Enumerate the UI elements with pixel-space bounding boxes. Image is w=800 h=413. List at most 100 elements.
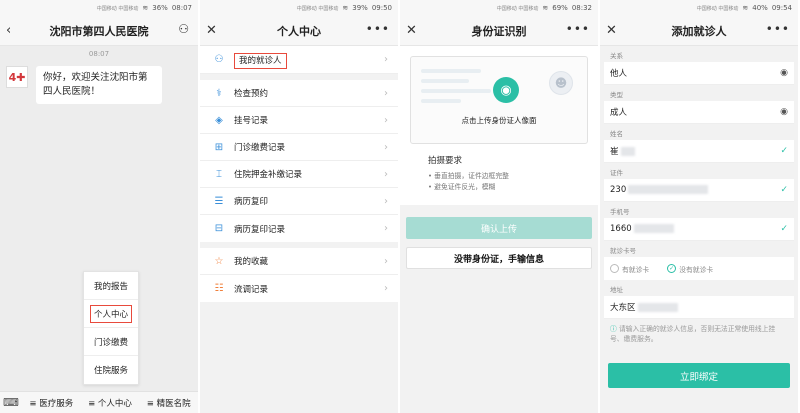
manual-input-button[interactable]: 没带身份证，手输信息 <box>406 247 592 269</box>
message-bubble: 你好，欢迎关注沈阳市第四人民医院！ <box>36 66 162 104</box>
more-icon[interactable]: ••• <box>766 22 790 36</box>
page-title: 沈阳市第四人民医院 <box>49 24 149 38</box>
name-field[interactable]: 崔 ✓ <box>604 140 794 163</box>
id-field[interactable]: 230 ✓ <box>604 179 794 202</box>
id-recognition-screen: 中国移动 中国移动 ≋ 69% 08:32 ✕ 身份证识别 ••• ◉ ☻ 点击… <box>400 0 598 413</box>
nav-bar: ✕ 添加就诊人 ••• <box>600 16 798 46</box>
popup-menu: 我的报告 个人中心 门诊缴费 住院服务 <box>83 271 139 385</box>
bind-now-button[interactable]: 立即绑定 <box>608 363 790 388</box>
dropdown-icon: ◉ <box>780 68 788 78</box>
list-icon: ☷ <box>214 283 224 294</box>
chevron-right-icon: › <box>384 87 388 99</box>
radio-has-card[interactable]: 有就诊卡 <box>610 264 649 274</box>
list-item-label: 门诊缴费记录 <box>234 143 286 153</box>
clock: 09:50 <box>371 4 392 12</box>
chevron-right-icon: › <box>384 195 388 207</box>
list-item-payment-record[interactable]: ⊞ 门诊缴费记录 › <box>200 134 398 161</box>
chevron-right-icon: › <box>384 54 388 65</box>
chevron-right-icon: › <box>384 141 388 153</box>
tab-medical-service[interactable]: ≡ 医疗服务 <box>22 397 81 409</box>
page-title: 身份证识别 <box>471 24 527 38</box>
list-item-register-record[interactable]: ◈ 挂号记录 › <box>200 107 398 134</box>
phone-field[interactable]: 1660 ✓ <box>604 218 794 241</box>
list-item-label: 病历复印 <box>234 197 269 207</box>
clock: 08:32 <box>571 4 592 12</box>
check-circle-icon: ✓ <box>780 224 788 234</box>
add-patient-screen: 中国移动 中国移动 ≋ 40% 09:54 ✕ 添加就诊人 ••• 关系 他人 ◉… <box>600 0 798 413</box>
menu-item-label: 门诊缴费 <box>93 337 128 348</box>
status-bar: 中国移动 中国移动 ≋ 40% 09:54 <box>600 0 798 16</box>
radio-label: 没有就诊卡 <box>679 265 714 274</box>
nav-bar: ‹ 沈阳市第四人民医院 ⚇ <box>0 16 198 46</box>
list-item-label: 流调记录 <box>234 284 269 295</box>
notice-body: 请输入正确的就诊人信息，否则无法正常使用线上挂号、缴费服务。 <box>610 325 776 343</box>
close-icon[interactable]: ✕ <box>406 23 417 38</box>
menu-item-report[interactable]: 我的报告 <box>84 272 138 300</box>
chevron-right-icon: › <box>384 255 388 267</box>
list-item-record-copy-history[interactable]: ⊟ 病历复印记录 › <box>200 215 398 242</box>
status-bar: 中国移动 中国移动 ≋ 39% 09:50 <box>200 0 398 16</box>
list-item-label: 我的收藏 <box>234 257 269 267</box>
card-radio-group: 有就诊卡 ✓ 没有就诊卡 <box>604 257 794 280</box>
battery-text: 69% <box>552 4 568 12</box>
list-group-1: ⚇ 我的就诊人 › <box>200 46 398 74</box>
signal-text: 中国移动 中国移动 <box>296 5 339 12</box>
redacted-blur <box>620 147 635 156</box>
confirm-upload-button[interactable]: 确认上传 <box>406 217 592 239</box>
more-icon[interactable]: ••• <box>366 22 390 36</box>
radio-no-card[interactable]: ✓ 没有就诊卡 <box>667 264 713 274</box>
list-item-exam-booking[interactable]: ⚕ 检查预约 › <box>200 80 398 107</box>
back-icon[interactable]: ‹ <box>6 23 11 38</box>
menu-item-personal-center[interactable]: 个人中心 <box>84 300 138 328</box>
relation-select[interactable]: 他人 ◉ <box>604 62 794 85</box>
list-item-epidemiology-record[interactable]: ☷ 流调记录 › <box>200 275 398 302</box>
notice-text: ⓘ 请输入正确的就诊人信息，否则无法正常使用线上挂号、缴费服务。 <box>600 319 798 349</box>
radio-dot <box>610 264 619 273</box>
copy-record-icon: ⊟ <box>214 223 224 234</box>
menu-item-outpatient-payment[interactable]: 门诊缴费 <box>84 328 138 356</box>
id-upload-area[interactable]: ◉ ☻ 点击上传身份证人像面 <box>410 56 588 144</box>
clock: 08:07 <box>171 4 192 12</box>
status-bar: 中国移动 中国移动 ≋ 69% 08:32 <box>400 0 598 16</box>
address-field[interactable]: 大东区 <box>604 296 794 319</box>
tab-famous-hospital[interactable]: ≡ 精医名院 <box>139 397 198 409</box>
chevron-right-icon: › <box>384 283 388 294</box>
redacted-blur <box>637 303 678 312</box>
list-item-my-patients[interactable]: ⚇ 我的就诊人 › <box>200 46 398 74</box>
upload-card: ◉ ☻ 点击上传身份证人像面 拍摄要求 • 垂直拍摄，证件边框完整 • 避免证件… <box>400 46 598 205</box>
list-item-record-copy[interactable]: ☰ 病历复印 › <box>200 188 398 215</box>
redacted-blur <box>633 224 674 233</box>
name-value: 崔 <box>610 147 619 157</box>
list-item-favorites[interactable]: ☆ 我的收藏 › <box>200 248 398 275</box>
upload-caption: 点击上传身份证人像面 <box>461 116 537 125</box>
type-label: 类型 <box>610 91 623 99</box>
phone-label: 手机号 <box>610 208 630 216</box>
menu-item-inpatient-service[interactable]: 住院服务 <box>84 356 138 384</box>
menu-item-label: 我的报告 <box>93 281 128 292</box>
page-title: 添加就诊人 <box>671 24 727 38</box>
card-label: 就诊卡号 <box>610 247 636 255</box>
address-value: 大东区 <box>610 303 636 313</box>
chevron-right-icon: › <box>384 168 388 180</box>
camera-icon[interactable]: ◉ <box>493 77 519 103</box>
personal-center-screen: 中国移动 中国移动 ≋ 39% 09:50 ✕ 个人中心 ••• ⚇ 我的就诊人… <box>200 0 398 413</box>
signal-text: 中国移动 中国移动 <box>96 5 139 12</box>
list-group-3: ☆ 我的收藏 › ☷ 流调记录 › <box>200 248 398 302</box>
phone-value: 1660 <box>610 224 632 234</box>
more-icon[interactable]: ••• <box>566 22 590 36</box>
address-label: 地址 <box>610 286 623 294</box>
hospital-logo-icon: 4✚ <box>6 66 28 88</box>
list-item-deposit-record[interactable]: ⌶ 住院押金补缴记录 › <box>200 161 398 188</box>
info-icon: ⓘ <box>610 325 617 333</box>
dropdown-icon: ◉ <box>780 107 788 117</box>
type-select[interactable]: 成人 ◉ <box>604 101 794 124</box>
medical-box-icon: ⊞ <box>214 141 224 153</box>
close-icon[interactable]: ✕ <box>606 23 617 38</box>
wifi-icon: ≋ <box>542 4 549 12</box>
tag-icon: ◈ <box>215 114 223 126</box>
profile-icon[interactable]: ⚇ <box>178 22 190 36</box>
tab-personal-center[interactable]: ≡ 个人中心 <box>81 397 140 409</box>
keyboard-icon[interactable]: ⌨ <box>0 396 22 409</box>
check-circle-icon: ✓ <box>780 185 788 195</box>
close-icon[interactable]: ✕ <box>206 23 217 38</box>
